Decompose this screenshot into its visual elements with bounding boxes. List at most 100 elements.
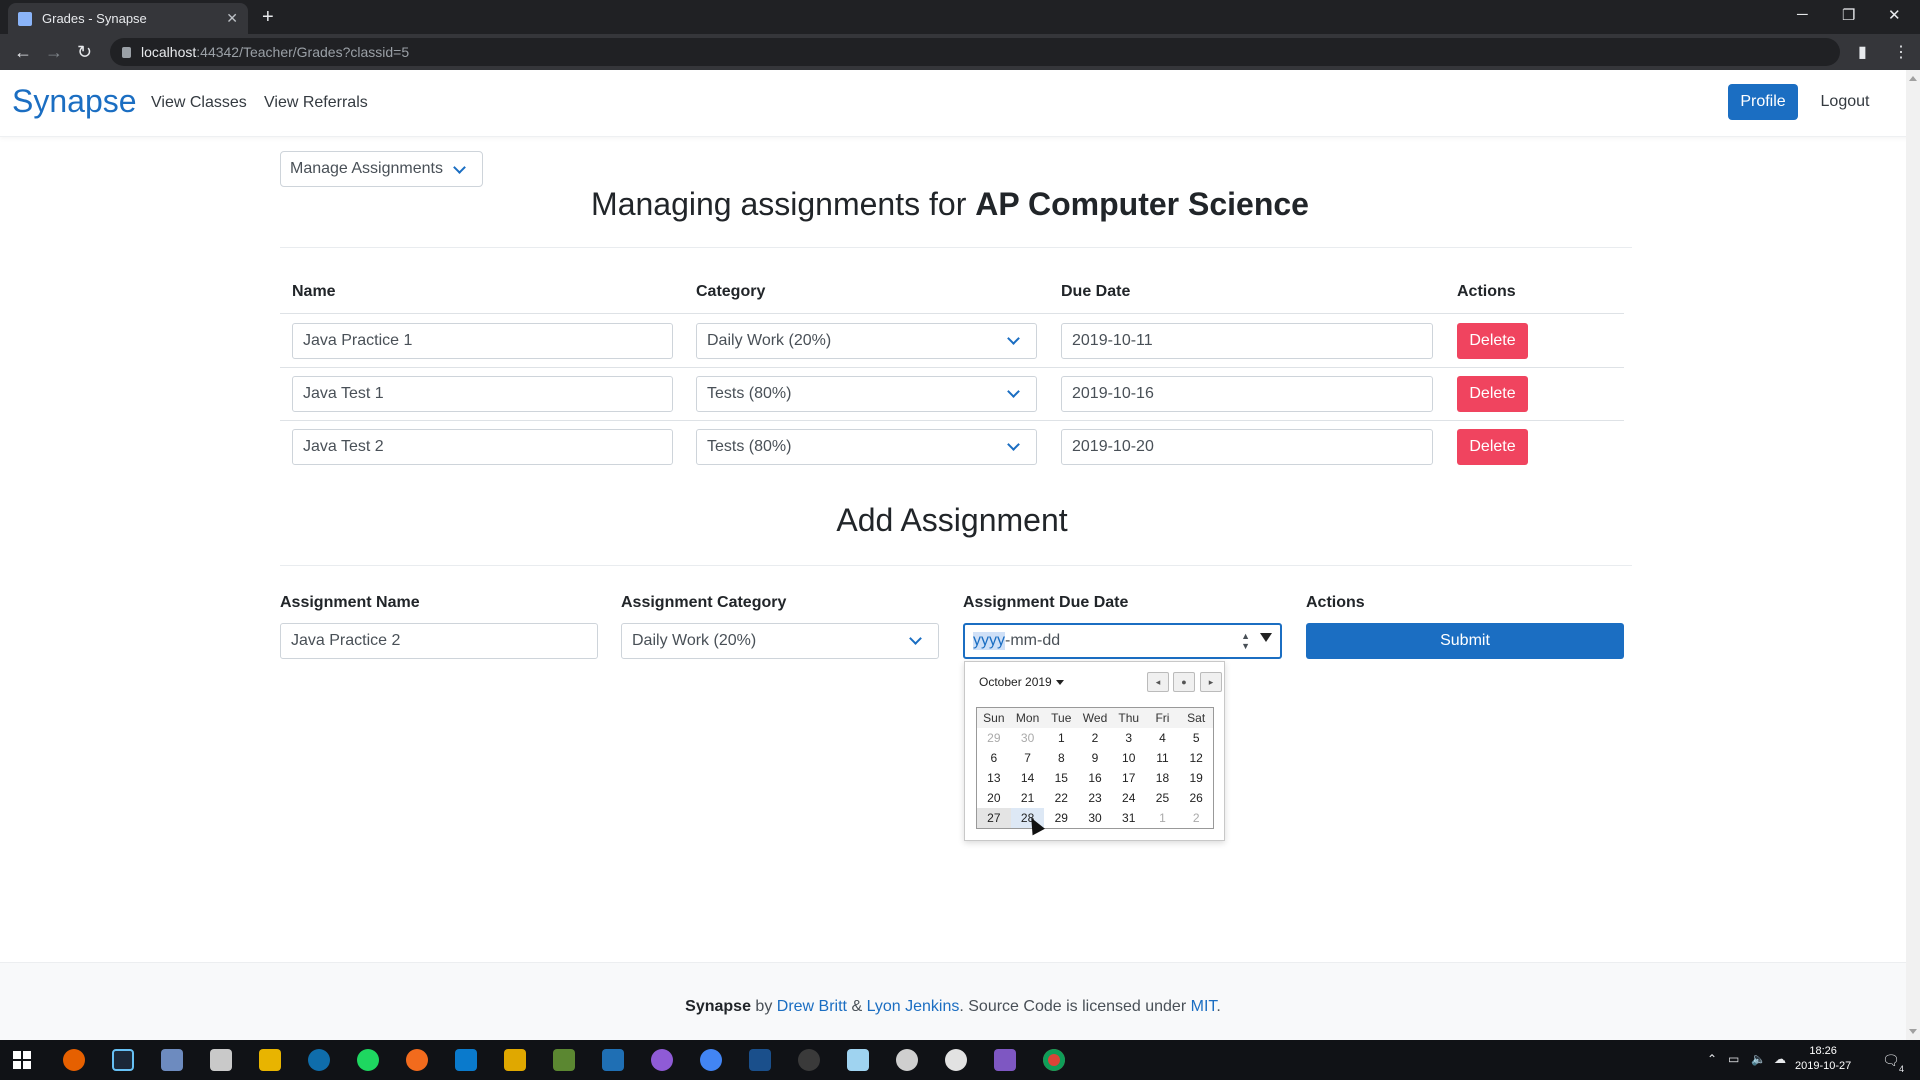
calendar-day[interactable]: 31: [1112, 808, 1146, 828]
obs-icon[interactable]: [798, 1049, 820, 1071]
steam-icon[interactable]: [112, 1049, 134, 1071]
reload-icon[interactable]: ↻: [77, 42, 92, 63]
date-spinner-icon[interactable]: ▲ ▼: [1241, 631, 1250, 651]
calendar-day[interactable]: 1: [1146, 808, 1180, 828]
shield-app-icon[interactable]: [896, 1049, 918, 1071]
assignment-name-input[interactable]: Java Test 2: [292, 429, 673, 465]
new-assignment-due-date-input[interactable]: yyyy -mm-dd ▲ ▼: [963, 623, 1282, 659]
calendar-day[interactable]: 12: [1179, 748, 1213, 768]
new-assignment-category-select[interactable]: Daily Work (20%): [621, 623, 939, 659]
browser-menu-icon[interactable]: ⋮: [1893, 42, 1909, 62]
next-month-icon[interactable]: ▸: [1200, 672, 1222, 692]
system-clock[interactable]: 18:26 2019-10-27: [1795, 1044, 1851, 1074]
notes-app-icon[interactable]: [847, 1049, 869, 1071]
calendar-day[interactable]: 8: [1044, 748, 1078, 768]
submit-button[interactable]: Submit: [1306, 623, 1624, 659]
calendar-day[interactable]: 17: [1112, 768, 1146, 788]
delete-button[interactable]: Delete: [1457, 323, 1528, 359]
calendar-day[interactable]: 26: [1179, 788, 1213, 808]
due-date-input[interactable]: 2019-10-11: [1061, 323, 1433, 359]
notifications-icon[interactable]: 🗨: [1882, 1052, 1900, 1069]
calendar-day[interactable]: 19: [1179, 768, 1213, 788]
manage-assignments-dropdown[interactable]: Manage Assignments: [280, 151, 483, 187]
license-link-mit[interactable]: MIT: [1191, 998, 1217, 1015]
author-link-lyon-jenkins[interactable]: Lyon Jenkins: [867, 998, 960, 1015]
calendar-day[interactable]: 18: [1146, 768, 1180, 788]
calendar-day[interactable]: 3: [1112, 728, 1146, 748]
calendar-day[interactable]: 10: [1112, 748, 1146, 768]
calendar-day[interactable]: 25: [1146, 788, 1180, 808]
webstorm-icon[interactable]: [602, 1049, 624, 1071]
chrome-icon[interactable]: [1043, 1049, 1065, 1071]
author-link-drew-britt[interactable]: Drew Britt: [777, 998, 847, 1015]
window-close-icon[interactable]: ✕: [1888, 6, 1901, 24]
assignment-category-select[interactable]: Daily Work (20%): [696, 323, 1037, 359]
forward-icon[interactable]: →: [45, 42, 63, 63]
network-icon[interactable]: ▭: [1728, 1052, 1739, 1066]
firefox-icon[interactable]: [63, 1049, 85, 1071]
assignment-category-select[interactable]: Tests (80%): [696, 429, 1037, 465]
nav-view-referrals[interactable]: View Referrals: [264, 94, 368, 112]
calendar-day[interactable]: 15: [1044, 768, 1078, 788]
month-selector[interactable]: October 2019: [979, 675, 1064, 689]
calendar-day[interactable]: 30: [1078, 808, 1112, 828]
calendar-day[interactable]: 7: [1011, 748, 1045, 768]
back-icon[interactable]: ←: [14, 42, 32, 63]
calendar-day[interactable]: 20: [977, 788, 1011, 808]
calendar-day[interactable]: 11: [1146, 748, 1180, 768]
today-icon[interactable]: ●: [1173, 672, 1195, 692]
scroll-down-icon[interactable]: [1909, 1029, 1917, 1034]
calendar-day[interactable]: 29: [977, 728, 1011, 748]
calendar-day[interactable]: 23: [1078, 788, 1112, 808]
calendar-day[interactable]: 30: [1011, 728, 1045, 748]
due-date-input[interactable]: 2019-10-20: [1061, 429, 1433, 465]
file-explorer-icon[interactable]: [259, 1049, 281, 1071]
assignment-name-input[interactable]: Java Test 1: [292, 376, 673, 412]
chrome-profile-icon[interactable]: [700, 1049, 722, 1071]
calendar-day[interactable]: 14: [1011, 768, 1045, 788]
minecraft-icon[interactable]: [553, 1049, 575, 1071]
browser-tab[interactable]: Grades - Synapse ✕: [8, 3, 248, 34]
calendar-day[interactable]: 24: [1112, 788, 1146, 808]
delete-button[interactable]: Delete: [1457, 376, 1528, 412]
nav-view-classes[interactable]: View Classes: [151, 94, 247, 112]
tray-expand-icon[interactable]: ⌃: [1707, 1052, 1717, 1066]
calendar-toggle-icon[interactable]: [1260, 633, 1272, 642]
delete-button[interactable]: Delete: [1457, 429, 1528, 465]
volume-icon[interactable]: 🔈: [1751, 1052, 1766, 1066]
calendar-day[interactable]: 16: [1078, 768, 1112, 788]
plex-icon[interactable]: [504, 1049, 526, 1071]
calendar-day[interactable]: 5: [1179, 728, 1213, 748]
calendar-day-today[interactable]: 27: [977, 808, 1011, 828]
new-assignment-name-input[interactable]: Java Practice 2: [280, 623, 598, 659]
address-bar[interactable]: localhost:44342/Teacher/Grades?classid=5: [110, 38, 1840, 66]
headset-app-icon[interactable]: [308, 1049, 330, 1071]
calendar-day[interactable]: 9: [1078, 748, 1112, 768]
calendar-day[interactable]: 13: [977, 768, 1011, 788]
onedrive-icon[interactable]: ☁: [1774, 1052, 1786, 1066]
calendar-day[interactable]: 29: [1044, 808, 1078, 828]
ide-app-icon[interactable]: [749, 1049, 771, 1071]
calendar-day[interactable]: 6: [977, 748, 1011, 768]
media-app-icon[interactable]: [651, 1049, 673, 1071]
visual-studio-icon[interactable]: [994, 1049, 1016, 1071]
mail-app-icon[interactable]: [161, 1049, 183, 1071]
vscode-icon[interactable]: [455, 1049, 477, 1071]
due-date-input[interactable]: 2019-10-16: [1061, 376, 1433, 412]
spotify-icon[interactable]: [357, 1049, 379, 1071]
previous-month-icon[interactable]: ◂: [1147, 672, 1169, 692]
restore-icon[interactable]: ❐: [1842, 6, 1855, 24]
calendar-day[interactable]: 22: [1044, 788, 1078, 808]
calendar-day[interactable]: 1: [1044, 728, 1078, 748]
assignment-name-input[interactable]: Java Practice 1: [292, 323, 673, 359]
profile-button[interactable]: Profile: [1728, 84, 1798, 120]
new-tab-icon[interactable]: +: [262, 6, 274, 29]
audio-app-icon[interactable]: [406, 1049, 428, 1071]
close-tab-icon[interactable]: ✕: [226, 10, 238, 27]
page-scrollbar[interactable]: [1906, 70, 1920, 1040]
date-year-segment[interactable]: yyyy: [973, 632, 1005, 650]
logout-button[interactable]: Logout: [1810, 84, 1880, 120]
extension-icon[interactable]: ▮: [1858, 42, 1867, 62]
brand-logo[interactable]: Synapse: [12, 83, 137, 120]
notepad-icon[interactable]: [210, 1049, 232, 1071]
